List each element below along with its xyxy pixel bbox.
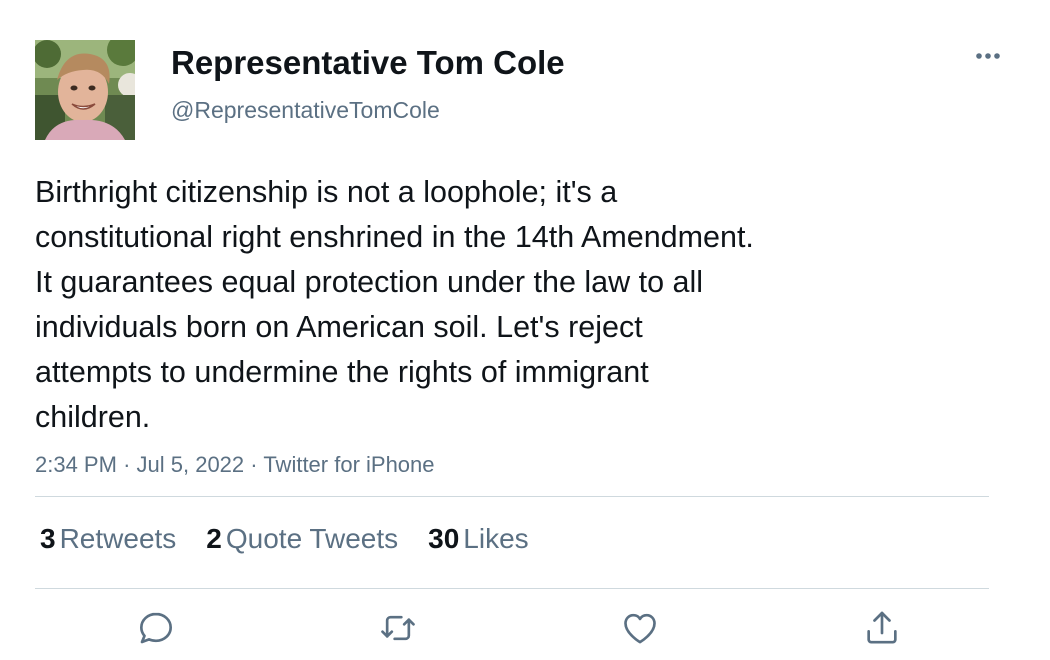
- user-handle[interactable]: @RepresentativeTomCole: [171, 95, 440, 125]
- retweet-icon: [381, 615, 415, 641]
- avatar[interactable]: [35, 40, 135, 140]
- quote-tweets-count: 2: [206, 523, 222, 554]
- retweet-button[interactable]: [376, 606, 420, 650]
- meta-separator: ·: [250, 452, 258, 477]
- share-button[interactable]: [860, 606, 904, 650]
- reply-icon: [140, 612, 173, 644]
- tweet-metadata: 2:34 PM · Jul 5, 2022 · Twitter for iPho…: [35, 450, 435, 480]
- reply-button[interactable]: [134, 606, 178, 650]
- share-icon: [867, 611, 897, 644]
- tweet-time[interactable]: 2:34 PM: [35, 452, 117, 477]
- likes-label: Likes: [463, 523, 529, 554]
- likes-stat[interactable]: 30 Likes: [428, 523, 529, 555]
- quote-tweets-stat[interactable]: 2 Quote Tweets: [206, 523, 398, 555]
- divider: [35, 588, 989, 589]
- like-button[interactable]: [618, 606, 662, 650]
- more-options-button[interactable]: [968, 40, 1008, 72]
- divider: [35, 496, 989, 497]
- retweets-label: Retweets: [59, 523, 177, 554]
- retweets-count: 3: [40, 523, 56, 554]
- tweet-text: Birthright citizenship is not a loophole…: [35, 175, 754, 434]
- tweet-source[interactable]: Twitter for iPhone: [263, 452, 434, 477]
- likes-count: 30: [428, 523, 460, 554]
- heart-icon: [624, 613, 656, 644]
- meta-separator: ·: [123, 452, 131, 477]
- profile-photo: [35, 40, 135, 140]
- retweets-stat[interactable]: 3 Retweets: [40, 523, 176, 555]
- tweet-date[interactable]: Jul 5, 2022: [137, 452, 245, 477]
- display-name[interactable]: Representative Tom Cole: [171, 42, 565, 84]
- quote-tweets-label: Quote Tweets: [225, 523, 399, 554]
- more-horizontal-icon: [976, 53, 1000, 59]
- tweet-stats: 3 Retweets 2 Quote Tweets 30 Likes: [40, 521, 559, 557]
